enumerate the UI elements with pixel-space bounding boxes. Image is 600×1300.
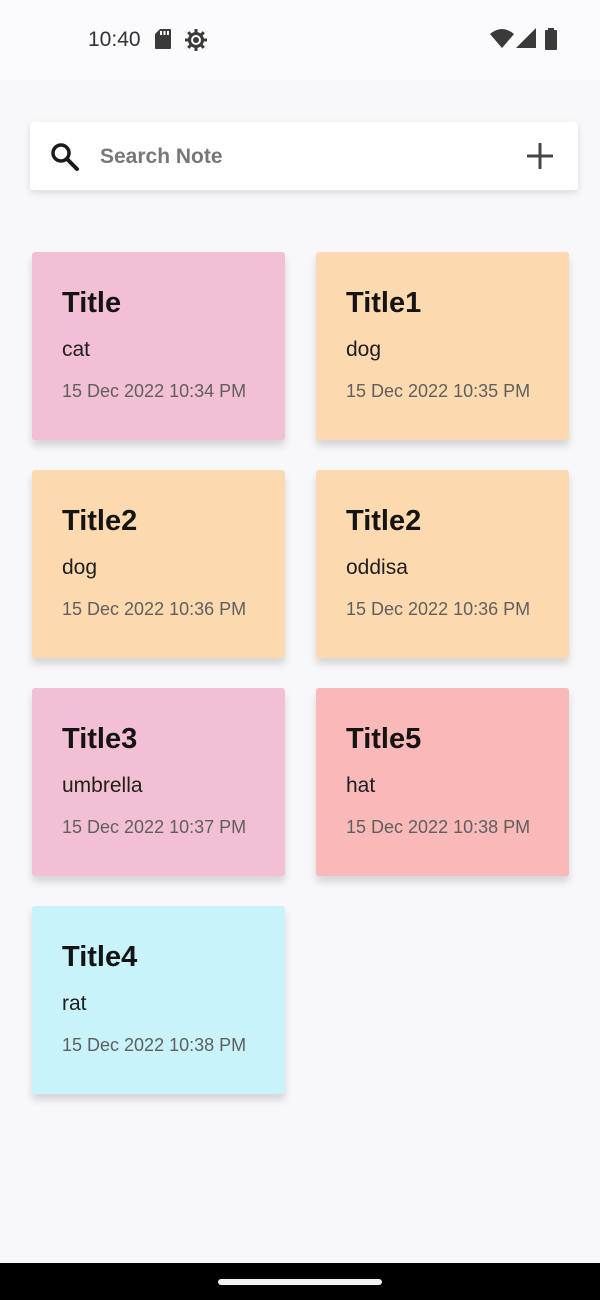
note-title: Title (62, 287, 122, 319)
note-body: dog (62, 556, 98, 579)
note-body: hat (346, 774, 376, 797)
plus-icon (527, 143, 553, 169)
note-date: 15 Dec 2022 10:36 PM (62, 599, 247, 619)
note-card[interactable]: Title3 umbrella 15 Dec 2022 10:37 PM (32, 688, 285, 876)
note-title: Title2 (62, 505, 138, 537)
note-card[interactable]: Title2 dog 15 Dec 2022 10:36 PM (32, 470, 285, 658)
status-bar: 10:40 (0, 0, 600, 80)
note-card[interactable]: Title4 rat 15 Dec 2022 10:38 PM (32, 906, 285, 1094)
note-date: 15 Dec 2022 10:38 PM (62, 1035, 247, 1055)
note-body: cat (62, 338, 91, 361)
note-body: umbrella (62, 774, 143, 797)
home-gesture-handle[interactable] (218, 1279, 382, 1285)
notes-app-screen: 10:40 Search Note Title cat 15 Dec 2022 … (0, 0, 600, 1300)
note-body: oddisa (346, 556, 408, 579)
note-card[interactable]: Title5 hat 15 Dec 2022 10:38 PM (316, 688, 569, 876)
note-title: Title5 (346, 723, 422, 755)
gear-icon (184, 28, 208, 57)
wifi-icon (490, 28, 514, 53)
battery-icon (544, 28, 558, 55)
note-date: 15 Dec 2022 10:38 PM (346, 817, 531, 837)
note-title: Title3 (62, 723, 138, 755)
note-title: Title4 (62, 941, 138, 973)
add-note-button[interactable] (524, 140, 556, 172)
sd-card-icon (154, 28, 172, 55)
search-input[interactable] (98, 136, 482, 178)
notes-grid: Title cat 15 Dec 2022 10:34 PM Title1 do… (32, 252, 570, 1094)
note-card[interactable]: Title1 dog 15 Dec 2022 10:35 PM (316, 252, 569, 440)
note-body: dog (346, 338, 382, 361)
note-card[interactable]: Title cat 15 Dec 2022 10:34 PM (32, 252, 285, 440)
note-title: Title1 (346, 287, 422, 319)
note-date: 15 Dec 2022 10:36 PM (346, 599, 531, 619)
navigation-bar (0, 1263, 600, 1300)
note-body: rat (62, 992, 87, 1015)
search-bar (30, 122, 578, 190)
search-icon[interactable] (50, 142, 80, 177)
signal-icon (516, 28, 536, 53)
note-date: 15 Dec 2022 10:37 PM (62, 817, 247, 837)
note-date: 15 Dec 2022 10:35 PM (346, 381, 531, 401)
status-time: 10:40 (88, 28, 141, 51)
note-card[interactable]: Title2 oddisa 15 Dec 2022 10:36 PM (316, 470, 569, 658)
note-date: 15 Dec 2022 10:34 PM (62, 381, 247, 401)
note-title: Title2 (346, 505, 422, 537)
